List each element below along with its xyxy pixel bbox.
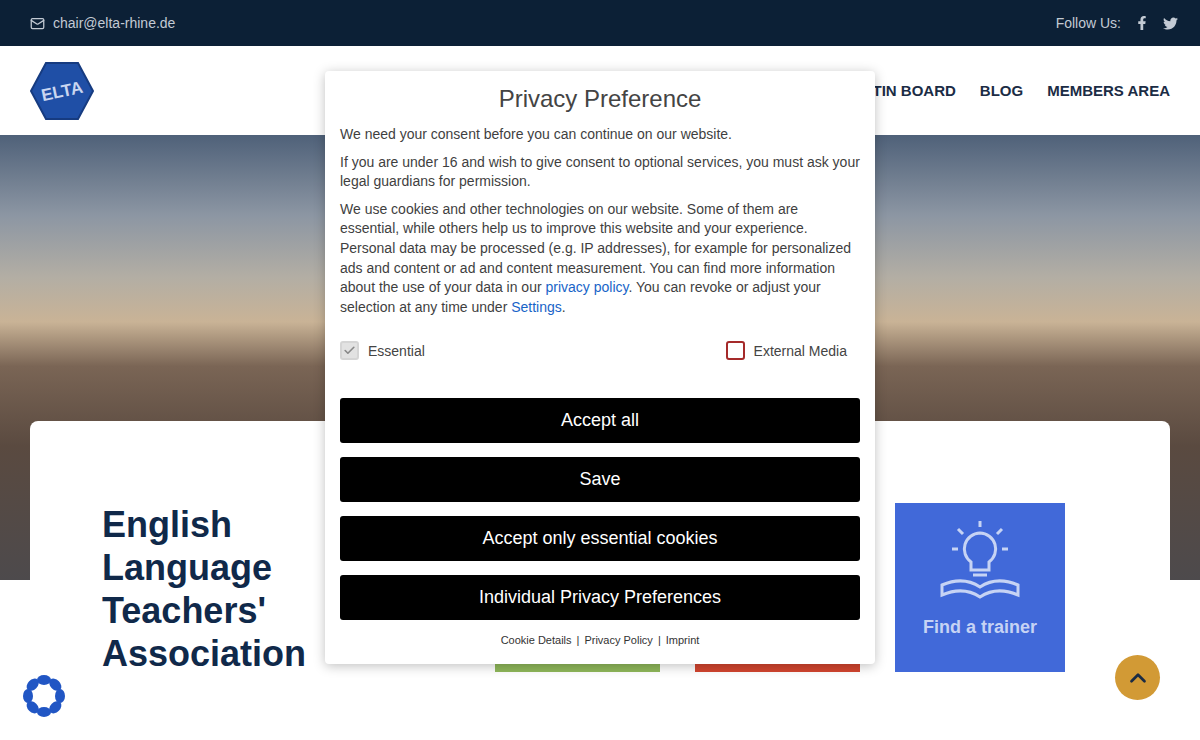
email-link[interactable]: chair@elta-rhine.de (30, 15, 175, 31)
nav-item[interactable]: MEMBERS AREA (1047, 82, 1170, 99)
dialog-text: If you are under 16 and wish to give con… (340, 153, 860, 192)
chevron-up-icon (1125, 665, 1151, 691)
privacy-settings-button[interactable] (20, 672, 68, 720)
scroll-top-button[interactable] (1115, 655, 1160, 700)
follow-label: Follow Us: (1056, 15, 1121, 31)
footer-link[interactable]: Cookie Details (501, 634, 572, 646)
privacy-dialog: Privacy Preference We need your consent b… (325, 71, 875, 664)
nav-menu: LETIN BOARDBLOGMEMBERS AREA (853, 82, 1170, 99)
tile-label[interactable]: Find a trainer (923, 617, 1037, 638)
consent-options: Essential External Media (340, 325, 860, 360)
separator: | (577, 634, 580, 646)
facebook-icon[interactable] (1135, 16, 1149, 30)
svg-text:ELTA: ELTA (40, 77, 85, 104)
dialog-button[interactable]: Accept all (340, 398, 860, 443)
privacy-wreath-icon (20, 672, 68, 720)
text-link[interactable]: Settings (511, 299, 562, 315)
dialog-button[interactable]: Accept only essential cookies (340, 516, 860, 561)
text-link[interactable]: privacy policy (545, 279, 628, 295)
dialog-footer: Cookie Details | Privacy Policy | Imprint (340, 634, 860, 646)
social-links: Follow Us: (1056, 15, 1178, 31)
consent-checkbox[interactable]: External Media (726, 341, 847, 360)
dialog-buttons: Accept all Save Accept only essential cook… (340, 398, 860, 620)
dialog-button[interactable]: Individual Privacy Preferences (340, 575, 860, 620)
dialog-text: We use cookies and other technologies on… (340, 200, 860, 318)
twitter-icon[interactable] (1163, 16, 1178, 31)
tile[interactable]: Find a trainer (895, 503, 1065, 672)
checkbox-label: Essential (368, 343, 425, 359)
dialog-button[interactable]: Save (340, 457, 860, 502)
idea-book-icon (939, 519, 1021, 599)
email-text[interactable]: chair@elta-rhine.de (53, 15, 175, 31)
top-bar: chair@elta-rhine.de Follow Us: (0, 0, 1200, 46)
footer-link[interactable]: Privacy Policy (584, 634, 652, 646)
footer-link[interactable]: Imprint (666, 634, 700, 646)
check-icon (343, 344, 356, 357)
checkbox-box[interactable] (726, 341, 745, 360)
checkbox-box (340, 341, 359, 360)
dialog-title: Privacy Preference (340, 85, 860, 113)
mail-icon (30, 16, 45, 31)
nav-item[interactable]: BLOG (980, 82, 1023, 99)
page: chair@elta-rhine.deFollow Us:ELTALETIN B… (0, 0, 1200, 740)
consent-checkbox: Essential (340, 341, 425, 360)
logo-icon[interactable]: ELTA (30, 61, 94, 121)
separator: | (658, 634, 661, 646)
checkbox-label: External Media (754, 343, 847, 359)
dialog-text: We need your consent before you can cont… (340, 125, 860, 145)
